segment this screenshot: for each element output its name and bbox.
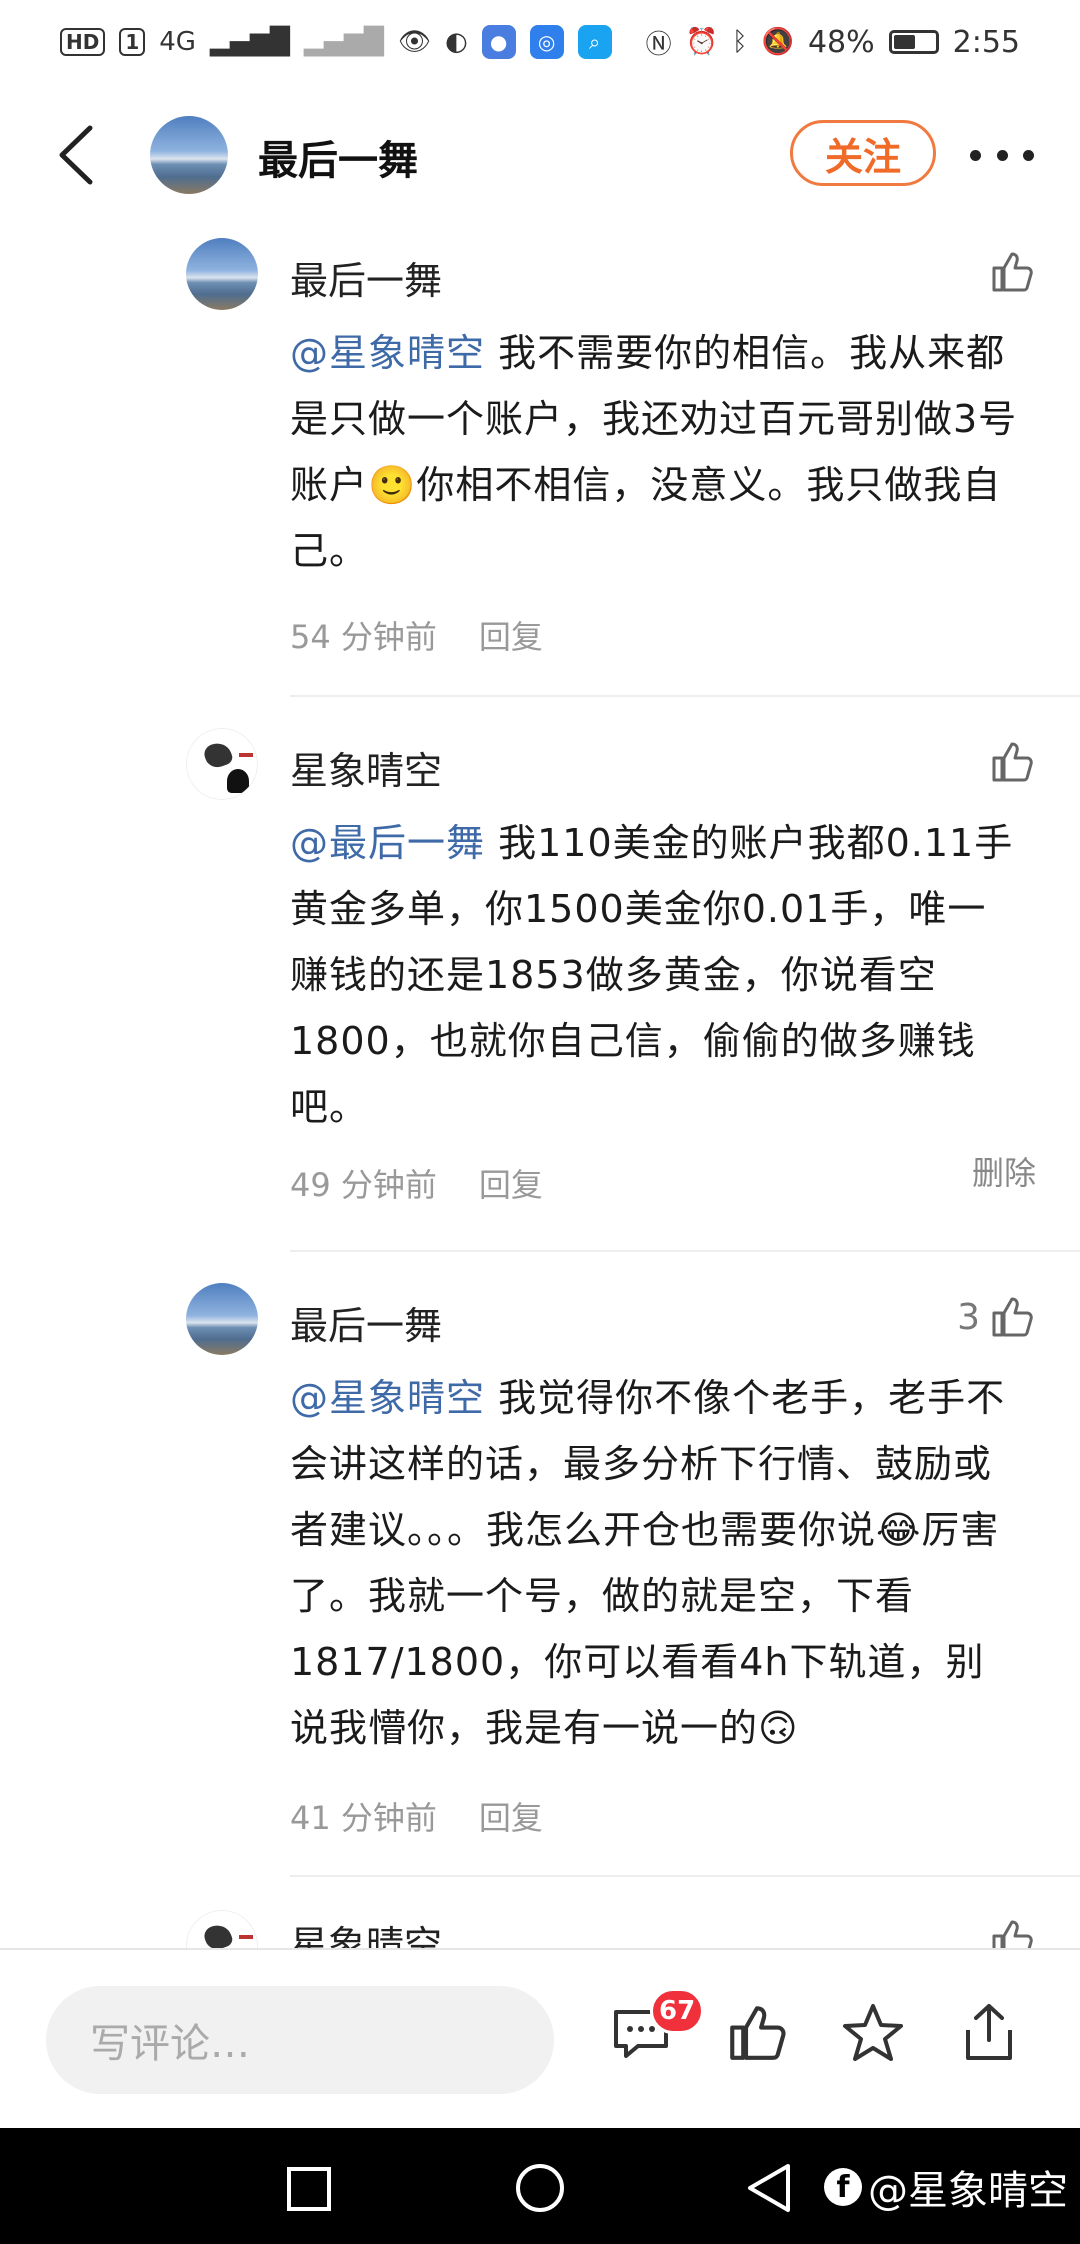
mute-icon: 🔕 <box>761 27 794 57</box>
page-title: 最后一舞 <box>258 138 418 184</box>
alarm-icon: ⏰ <box>685 27 718 57</box>
thumbs-up-icon <box>992 1297 1033 1337</box>
comment-body: 我觉得你不像个老手，老手不会讲这样的话，最多分析下行情、鼓励或者建议。。。我怎么… <box>290 1376 1006 1750</box>
thumbs-up-icon <box>992 1920 1033 1948</box>
more-dot-icon <box>970 149 981 161</box>
like-button[interactable] <box>988 1916 1036 1948</box>
reply-button[interactable]: 回复 <box>479 1793 543 1839</box>
comment-meta: 54 分钟前 回复 <box>290 612 543 658</box>
divider <box>290 695 1080 697</box>
recents-button[interactable] <box>286 2166 332 2216</box>
nfc-icon: Ⓝ <box>645 29 672 60</box>
more-button[interactable] <box>970 130 1034 180</box>
header-avatar[interactable] <box>150 116 228 194</box>
chevron-left-icon <box>59 125 93 185</box>
hd-badge: HD <box>60 28 106 56</box>
mention-link[interactable]: @最后一舞 <box>290 821 485 865</box>
delete-button[interactable]: 删除 <box>972 1148 1036 1194</box>
more-dot-icon <box>996 149 1008 161</box>
like-button[interactable]: 3 <box>957 1293 1036 1341</box>
comment-time: 54 分钟前 <box>290 618 437 656</box>
comment-time: 49 分钟前 <box>290 1166 437 1204</box>
watermark: f @星象晴空 <box>824 2158 1068 2216</box>
back-nav-button[interactable] <box>744 2162 794 2218</box>
divider <box>290 1250 1080 1252</box>
reply-button[interactable]: 回复 <box>479 1160 543 1206</box>
circle-icon <box>516 2164 564 2212</box>
reply-button[interactable]: 回复 <box>479 612 543 658</box>
comment-count-badge: 67 <box>650 1988 705 2034</box>
thumbs-up-icon <box>992 742 1033 782</box>
status-left: HD 1 4G ▂▄▆█ ▂▄▆█ 👁 ◐ ● ◎ ⌕ <box>60 25 612 59</box>
comment-author[interactable]: 星象晴空 <box>290 1914 442 1948</box>
eye-icon: 👁 <box>397 27 431 57</box>
avatar[interactable] <box>186 728 258 800</box>
comment-meta: 41 分钟前 回复 <box>290 1793 543 1839</box>
favorite-button[interactable] <box>840 2000 906 2066</box>
system-nav-bar: f @星象晴空 <box>0 2128 1080 2244</box>
app-globe-icon: ◐ <box>444 27 468 57</box>
battery-icon <box>888 30 939 54</box>
sim-badge: 1 <box>119 28 146 56</box>
bluetooth-icon: ᛒ <box>731 27 748 57</box>
signal-off-icon: ▂▄▆█ <box>303 27 384 57</box>
follow-button[interactable]: 关注 <box>790 120 936 186</box>
avatar[interactable] <box>186 1910 258 1948</box>
comment-text: @星象晴空 我不需要你的相信。我从来都是只做一个账户，我还劝过百元哥别做3号账户… <box>290 320 1020 584</box>
comment-item: 星象晴空 <box>0 1902 1080 1948</box>
watermark-text: @星象晴空 <box>868 2168 1068 2214</box>
facebook-logo-icon: f <box>824 2168 862 2206</box>
header: 最后一舞 关注 <box>0 100 1080 210</box>
comment-input[interactable]: 写评论… <box>46 1986 554 2094</box>
app-bulb-icon: ◎ <box>529 25 564 59</box>
star-icon <box>843 2004 903 2061</box>
comment-author[interactable]: 最后一舞 <box>290 1295 442 1350</box>
like-article-button[interactable] <box>724 2000 790 2066</box>
comment-body: 我110美金的账户我都0.11手黄金多单，你1500美金你0.01手，唯一赚钱的… <box>290 821 1014 1129</box>
comment-author[interactable]: 星象晴空 <box>290 740 442 795</box>
divider <box>290 1875 1080 1877</box>
comment-author[interactable]: 最后一舞 <box>290 250 442 305</box>
triangle-back-icon <box>748 2164 790 2212</box>
app-search-icon: ⌕ <box>577 25 612 59</box>
more-dot-icon <box>1023 149 1034 161</box>
bottom-action-bar: 写评论… 67 <box>0 1948 1080 2130</box>
network-label: 4G <box>159 27 196 57</box>
like-button[interactable] <box>988 738 1036 786</box>
comment-time: 41 分钟前 <box>290 1799 437 1837</box>
comment-text: @最后一舞 我110美金的账户我都0.11手黄金多单，你1500美金你0.01手… <box>290 810 1020 1140</box>
share-button[interactable] <box>956 2000 1022 2066</box>
share-icon <box>966 2004 1012 2060</box>
avatar[interactable] <box>186 238 258 310</box>
comment-meta: 49 分钟前 回复 <box>290 1160 543 1206</box>
avatar[interactable] <box>186 1283 258 1355</box>
signal-icon: ▂▄▆█ <box>209 27 290 57</box>
thumbs-up-icon <box>992 252 1033 292</box>
status-right: Ⓝ ⏰ ᛒ 🔕 48% 2:55 <box>646 24 1020 61</box>
status-bar: HD 1 4G ▂▄▆█ ▂▄▆█ 👁 ◐ ● ◎ ⌕ Ⓝ ⏰ ᛒ 🔕 48% … <box>0 0 1080 84</box>
thumbs-up-icon <box>730 2006 786 2060</box>
like-count: 3 <box>957 1296 980 1338</box>
home-button[interactable] <box>514 2162 566 2218</box>
battery-percent: 48% <box>807 24 875 60</box>
like-button[interactable] <box>988 248 1036 296</box>
clock: 2:55 <box>952 24 1020 60</box>
comment-text: @星象晴空 我觉得你不像个老手，老手不会讲这样的话，最多分析下行情、鼓励或者建议… <box>290 1365 1020 1761</box>
square-icon <box>287 2167 331 2211</box>
app-browser-icon: ● <box>481 25 516 59</box>
mention-link[interactable]: @星象晴空 <box>290 1376 485 1420</box>
back-button[interactable] <box>50 120 110 190</box>
mention-link[interactable]: @星象晴空 <box>290 331 485 375</box>
